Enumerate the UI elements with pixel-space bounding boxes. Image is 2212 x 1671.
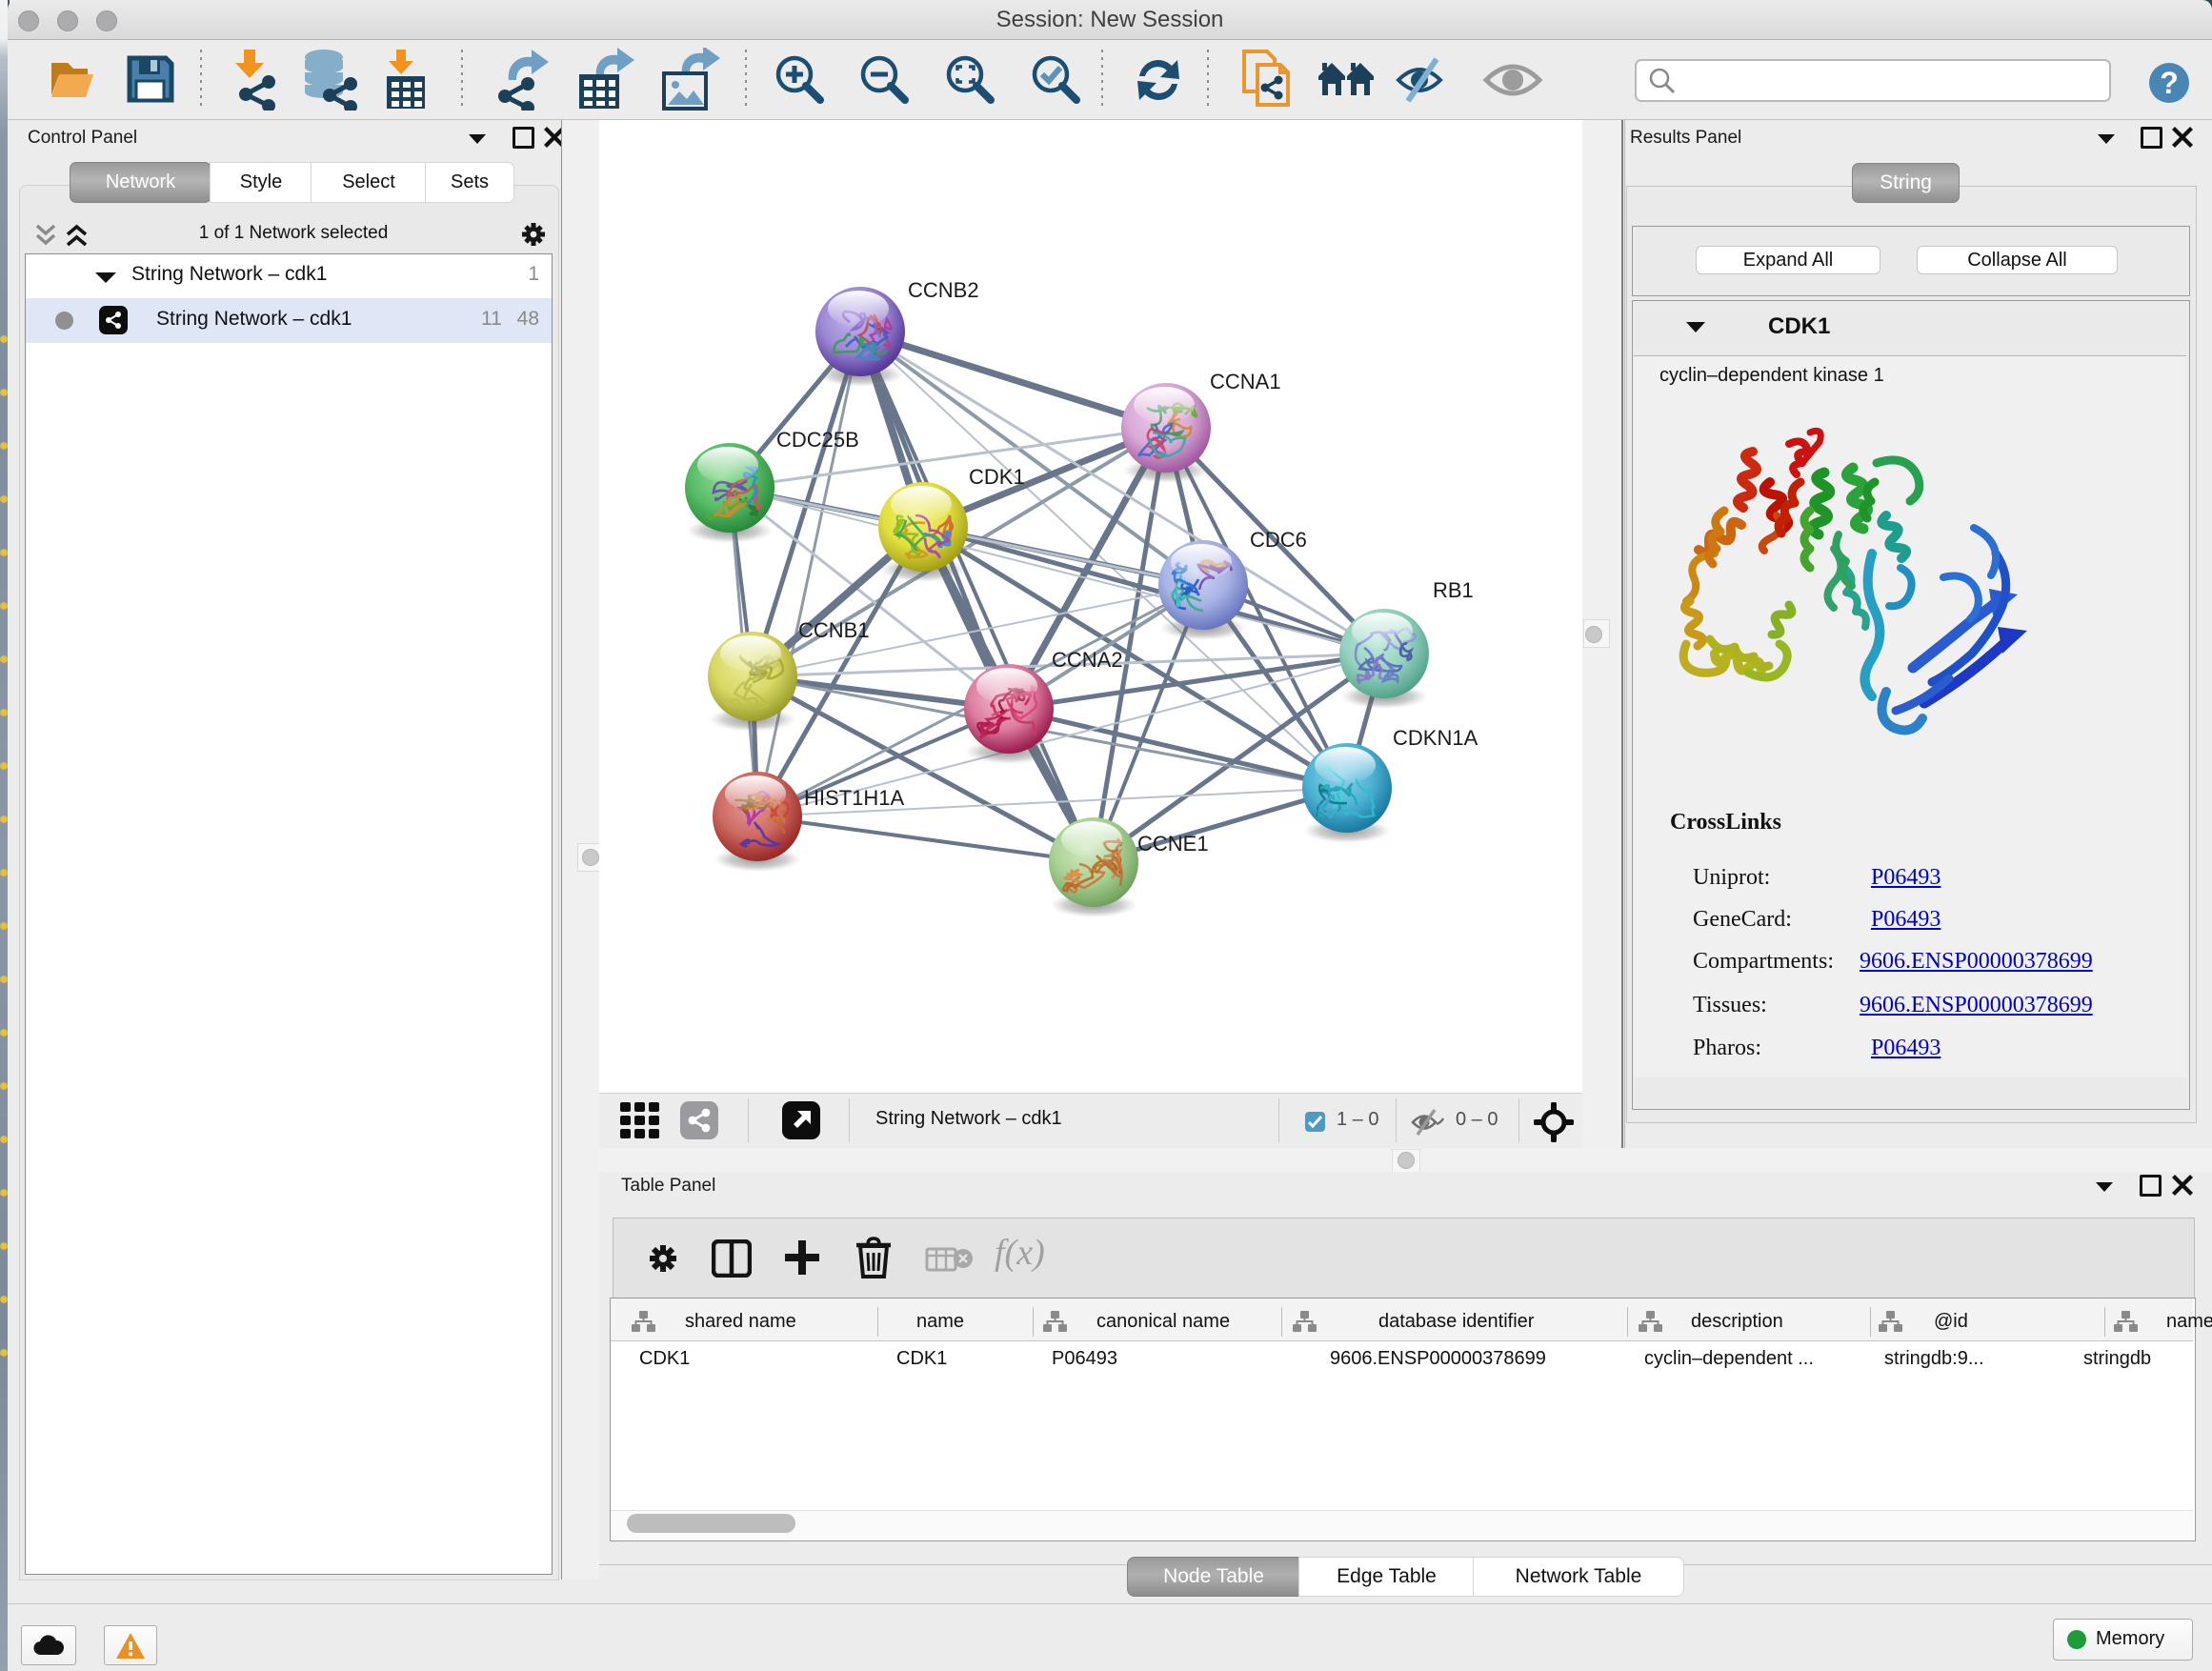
svg-text:CDK1: CDK1: [969, 465, 1025, 489]
svg-text:CDC25B: CDC25B: [776, 428, 859, 452]
svg-text:CCNB1: CCNB1: [798, 618, 870, 642]
svg-text:CDC6: CDC6: [1250, 528, 1307, 552]
svg-text:CDKN1A: CDKN1A: [1393, 726, 1478, 750]
svg-text:CCNB2: CCNB2: [908, 278, 979, 302]
svg-text:HIST1H1A: HIST1H1A: [804, 786, 904, 810]
svg-text:CCNA2: CCNA2: [1052, 648, 1123, 672]
svg-text:RB1: RB1: [1433, 578, 1474, 602]
svg-text:CCNA1: CCNA1: [1210, 370, 1281, 393]
svg-text:CCNE1: CCNE1: [1137, 832, 1209, 856]
